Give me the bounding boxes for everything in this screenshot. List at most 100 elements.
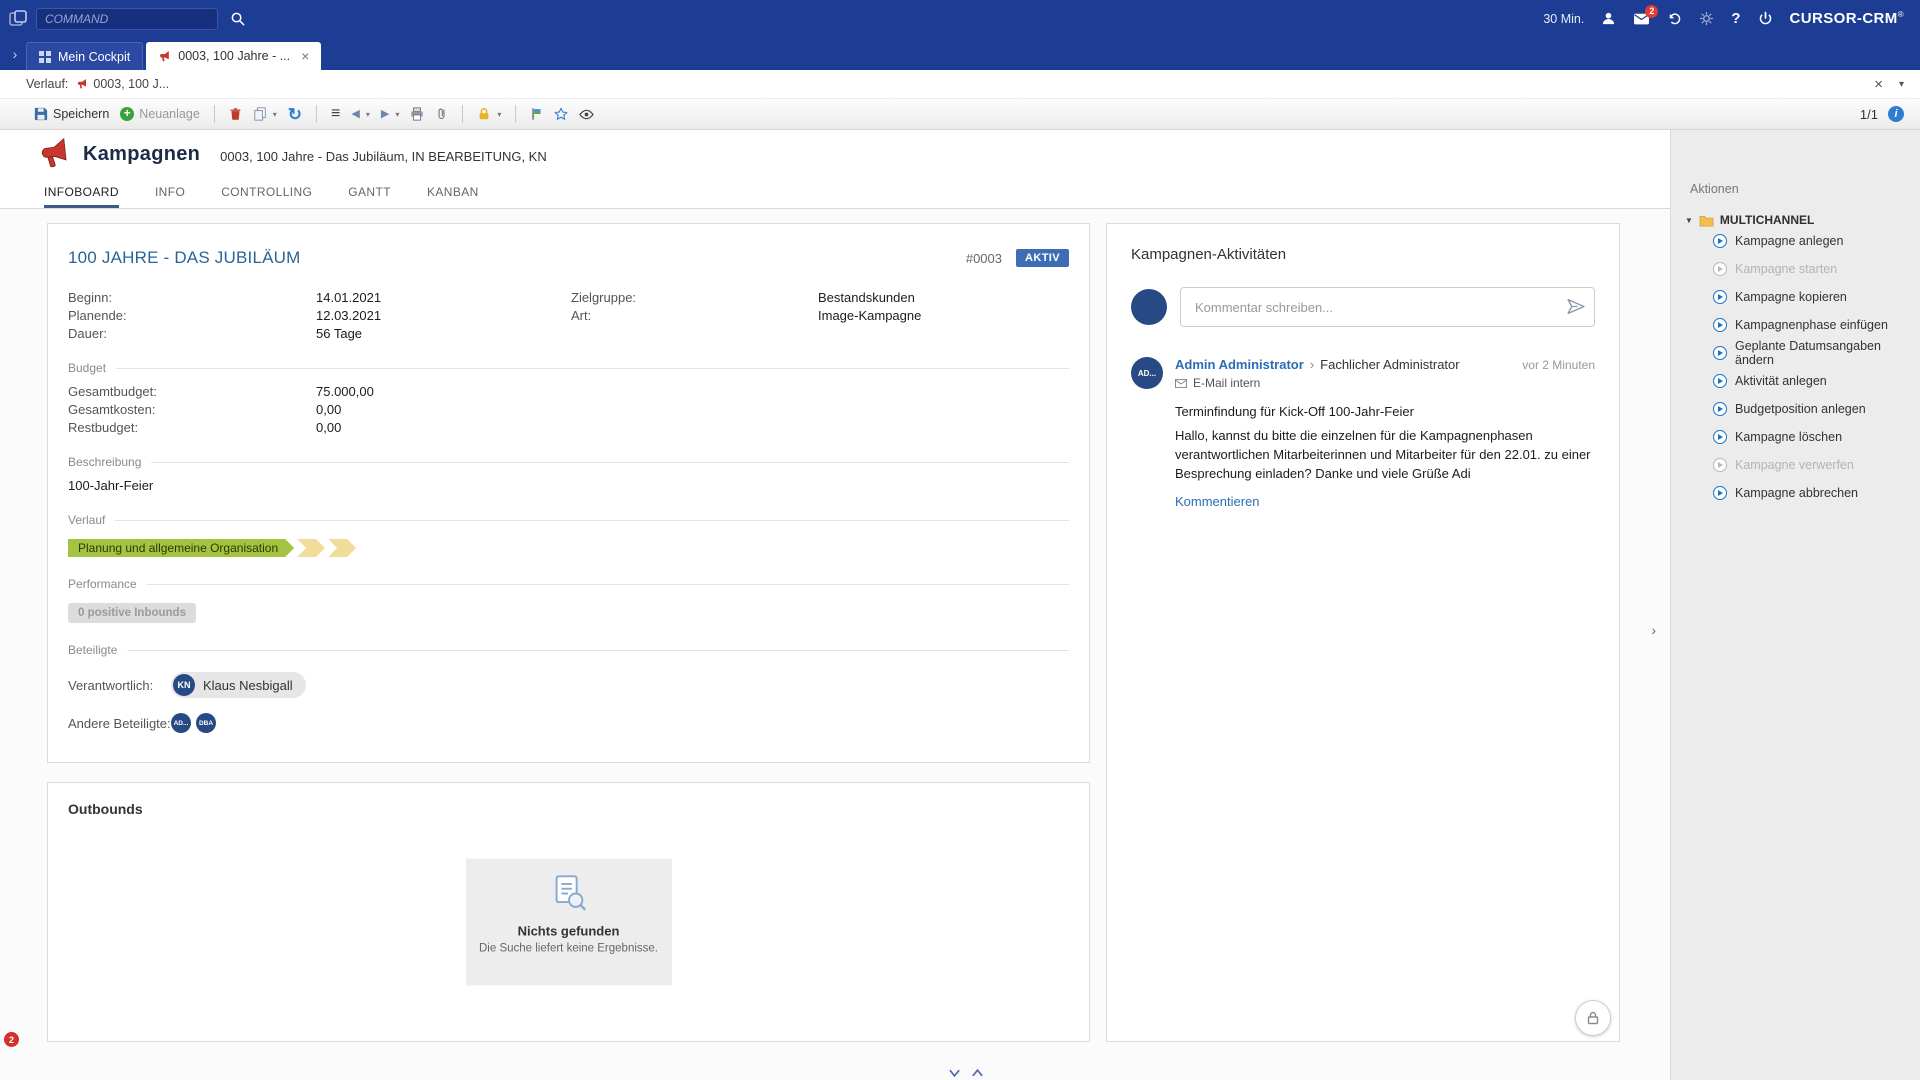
user-icon[interactable]	[1601, 11, 1616, 26]
tab-label: Mein Cockpit	[58, 50, 130, 64]
performance-section: Performance 0 positive Inbounds	[68, 577, 1069, 623]
caret-down-icon: ▾	[273, 110, 277, 119]
permissions-button[interactable]: ▾	[477, 107, 501, 121]
actions-title: Aktionen	[1690, 182, 1920, 196]
preview-button[interactable]	[579, 108, 594, 121]
copy-button[interactable]: ▾	[253, 107, 277, 121]
empty-state: Nichts gefunden Die Suche liefert keine …	[466, 859, 672, 986]
phase-current[interactable]: Planung und allgemeine Organisation	[68, 539, 294, 557]
history-bar-controls: × ▾	[1874, 76, 1904, 93]
field-value: 14.01.2021	[316, 290, 571, 305]
history-expand-icon[interactable]: ▾	[1899, 79, 1904, 90]
envelope-icon	[1175, 379, 1187, 388]
save-button[interactable]: Speichern	[34, 107, 109, 121]
history-bar: Verlauf: 0003, 100 J... × ▾	[0, 70, 1920, 98]
comment-composer	[1131, 287, 1595, 327]
plus-icon: +	[120, 107, 134, 121]
section-title-text: Performance	[68, 577, 137, 591]
delete-button[interactable]	[229, 107, 242, 121]
info-icon[interactable]: i	[1888, 106, 1904, 122]
expand-left-panel-icon[interactable]: ›	[4, 46, 26, 62]
tab-close-icon[interactable]: ×	[301, 49, 309, 63]
caret-down-icon: ▾	[497, 110, 501, 119]
refresh-button[interactable]: ↻	[288, 106, 302, 123]
action-kampagnenphase-einfuegen[interactable]: Kampagnenphase einfügen	[1681, 311, 1920, 339]
history-close-icon[interactable]: ×	[1874, 76, 1883, 93]
avatar[interactable]: AD...	[171, 713, 191, 733]
play-icon	[1713, 262, 1727, 276]
save-label: Speichern	[53, 107, 109, 121]
play-icon	[1713, 402, 1727, 416]
tab-infoboard[interactable]: INFOBOARD	[44, 178, 119, 208]
tab-gantt[interactable]: GANTT	[348, 178, 391, 208]
section-title: Beteiligte	[68, 643, 1069, 657]
action-kampagne-anlegen[interactable]: Kampagne anlegen	[1681, 227, 1920, 255]
action-kampagne-starten: Kampagne starten	[1681, 255, 1920, 283]
history-item[interactable]: 0003, 100 J...	[76, 77, 169, 91]
print-button[interactable]	[410, 107, 424, 121]
tab-campaign-record[interactable]: 0003, 100 Jahre - ... ×	[146, 42, 321, 70]
phase-upcoming[interactable]	[328, 539, 356, 557]
new-record-button[interactable]: + Neuanlage	[120, 107, 199, 121]
copy-icon	[253, 107, 267, 121]
phase-progress: Planung und allgemeine Organisation	[68, 539, 1069, 557]
tab-info[interactable]: INFO	[155, 178, 185, 208]
power-icon[interactable]	[1758, 11, 1773, 26]
tab-controlling[interactable]: CONTROLLING	[221, 178, 312, 208]
favorite-button[interactable]	[554, 107, 568, 121]
avatar: KN	[173, 674, 195, 696]
campaign-infoboard-card: 100 JAHRE - DAS JUBILÄUM #0003 AKTIV Beg…	[47, 223, 1090, 763]
flag-button[interactable]	[530, 107, 543, 121]
panels: 100 JAHRE - DAS JUBILÄUM #0003 AKTIV Beg…	[0, 209, 1670, 1080]
action-kampagne-abbrechen[interactable]: Kampagne abbrechen	[1681, 479, 1920, 507]
action-budgetposition-anlegen[interactable]: Budgetposition anlegen	[1681, 395, 1920, 423]
settings-gear-icon[interactable]	[1699, 11, 1714, 26]
help-icon[interactable]: ?	[1731, 10, 1740, 27]
command-input[interactable]	[36, 8, 218, 30]
search-icon[interactable]	[230, 11, 245, 26]
action-aktivitaet-anlegen[interactable]: Aktivität anlegen	[1681, 367, 1920, 395]
mail-icon[interactable]: 2	[1633, 12, 1650, 26]
navigate-forward-button[interactable]: ▶ ▾	[381, 109, 399, 120]
activity-channel: E-Mail intern	[1175, 376, 1595, 390]
field-label: Zielgruppe:	[571, 290, 818, 305]
phase-upcoming[interactable]	[297, 539, 325, 557]
field-value: 0,00	[316, 420, 1069, 435]
activities-panel: Kampagnen-Aktivitäten AD...	[1106, 223, 1620, 1042]
expand-actions-panel-icon[interactable]: ›	[1651, 622, 1656, 638]
megaphone-icon	[158, 50, 171, 63]
action-geplante-datumsangaben-aendern[interactable]: Geplante Datumsangaben ändern	[1681, 339, 1920, 367]
tab-kanban[interactable]: KANBAN	[427, 178, 479, 208]
field-label: Beginn:	[68, 290, 316, 305]
field-label: Gesamtkosten:	[68, 402, 316, 417]
activity-author[interactable]: Admin Administrator	[1175, 357, 1304, 372]
action-label: Kampagne kopieren	[1735, 290, 1847, 304]
description-section: Beschreibung 100-Jahr-Feier	[68, 455, 1069, 493]
chevron-up-icon[interactable]	[971, 1068, 984, 1078]
lock-button[interactable]	[1575, 1000, 1611, 1036]
avatar[interactable]: DBA	[196, 713, 216, 733]
chevron-down-icon[interactable]	[948, 1068, 961, 1078]
navigate-back-button[interactable]: ◀ ▾	[351, 109, 369, 120]
actions-group-multichannel[interactable]: ▼ MULTICHANNEL	[1681, 213, 1920, 227]
action-kampagne-loeschen[interactable]: Kampagne löschen	[1681, 423, 1920, 451]
undo-icon[interactable]	[1667, 11, 1682, 26]
activity-channel-label: E-Mail intern	[1193, 376, 1260, 390]
send-icon[interactable]	[1566, 297, 1585, 316]
menu-button[interactable]: ≡	[331, 106, 340, 122]
attachment-button[interactable]	[435, 107, 448, 121]
comment-input[interactable]	[1180, 287, 1595, 327]
action-label: Budgetposition anlegen	[1735, 402, 1866, 416]
menu-icon: ≡	[331, 106, 340, 122]
comment-link[interactable]: Kommentieren	[1175, 494, 1260, 509]
notification-count-badge[interactable]: 2	[4, 1032, 19, 1047]
action-kampagne-kopieren[interactable]: Kampagne kopieren	[1681, 283, 1920, 311]
activity-subject: Terminfindung für Kick-Off 100-Jahr-Feie…	[1175, 404, 1595, 419]
tab-mein-cockpit[interactable]: Mein Cockpit	[26, 42, 143, 70]
responsible-person-chip[interactable]: KN Klaus Nesbigall	[171, 672, 306, 698]
action-label: Kampagne starten	[1735, 262, 1837, 276]
play-icon	[1713, 318, 1727, 332]
action-label: Kampagne anlegen	[1735, 234, 1843, 248]
action-label: Geplante Datumsangaben ändern	[1735, 339, 1920, 367]
actions-group-label: MULTICHANNEL	[1720, 213, 1814, 227]
